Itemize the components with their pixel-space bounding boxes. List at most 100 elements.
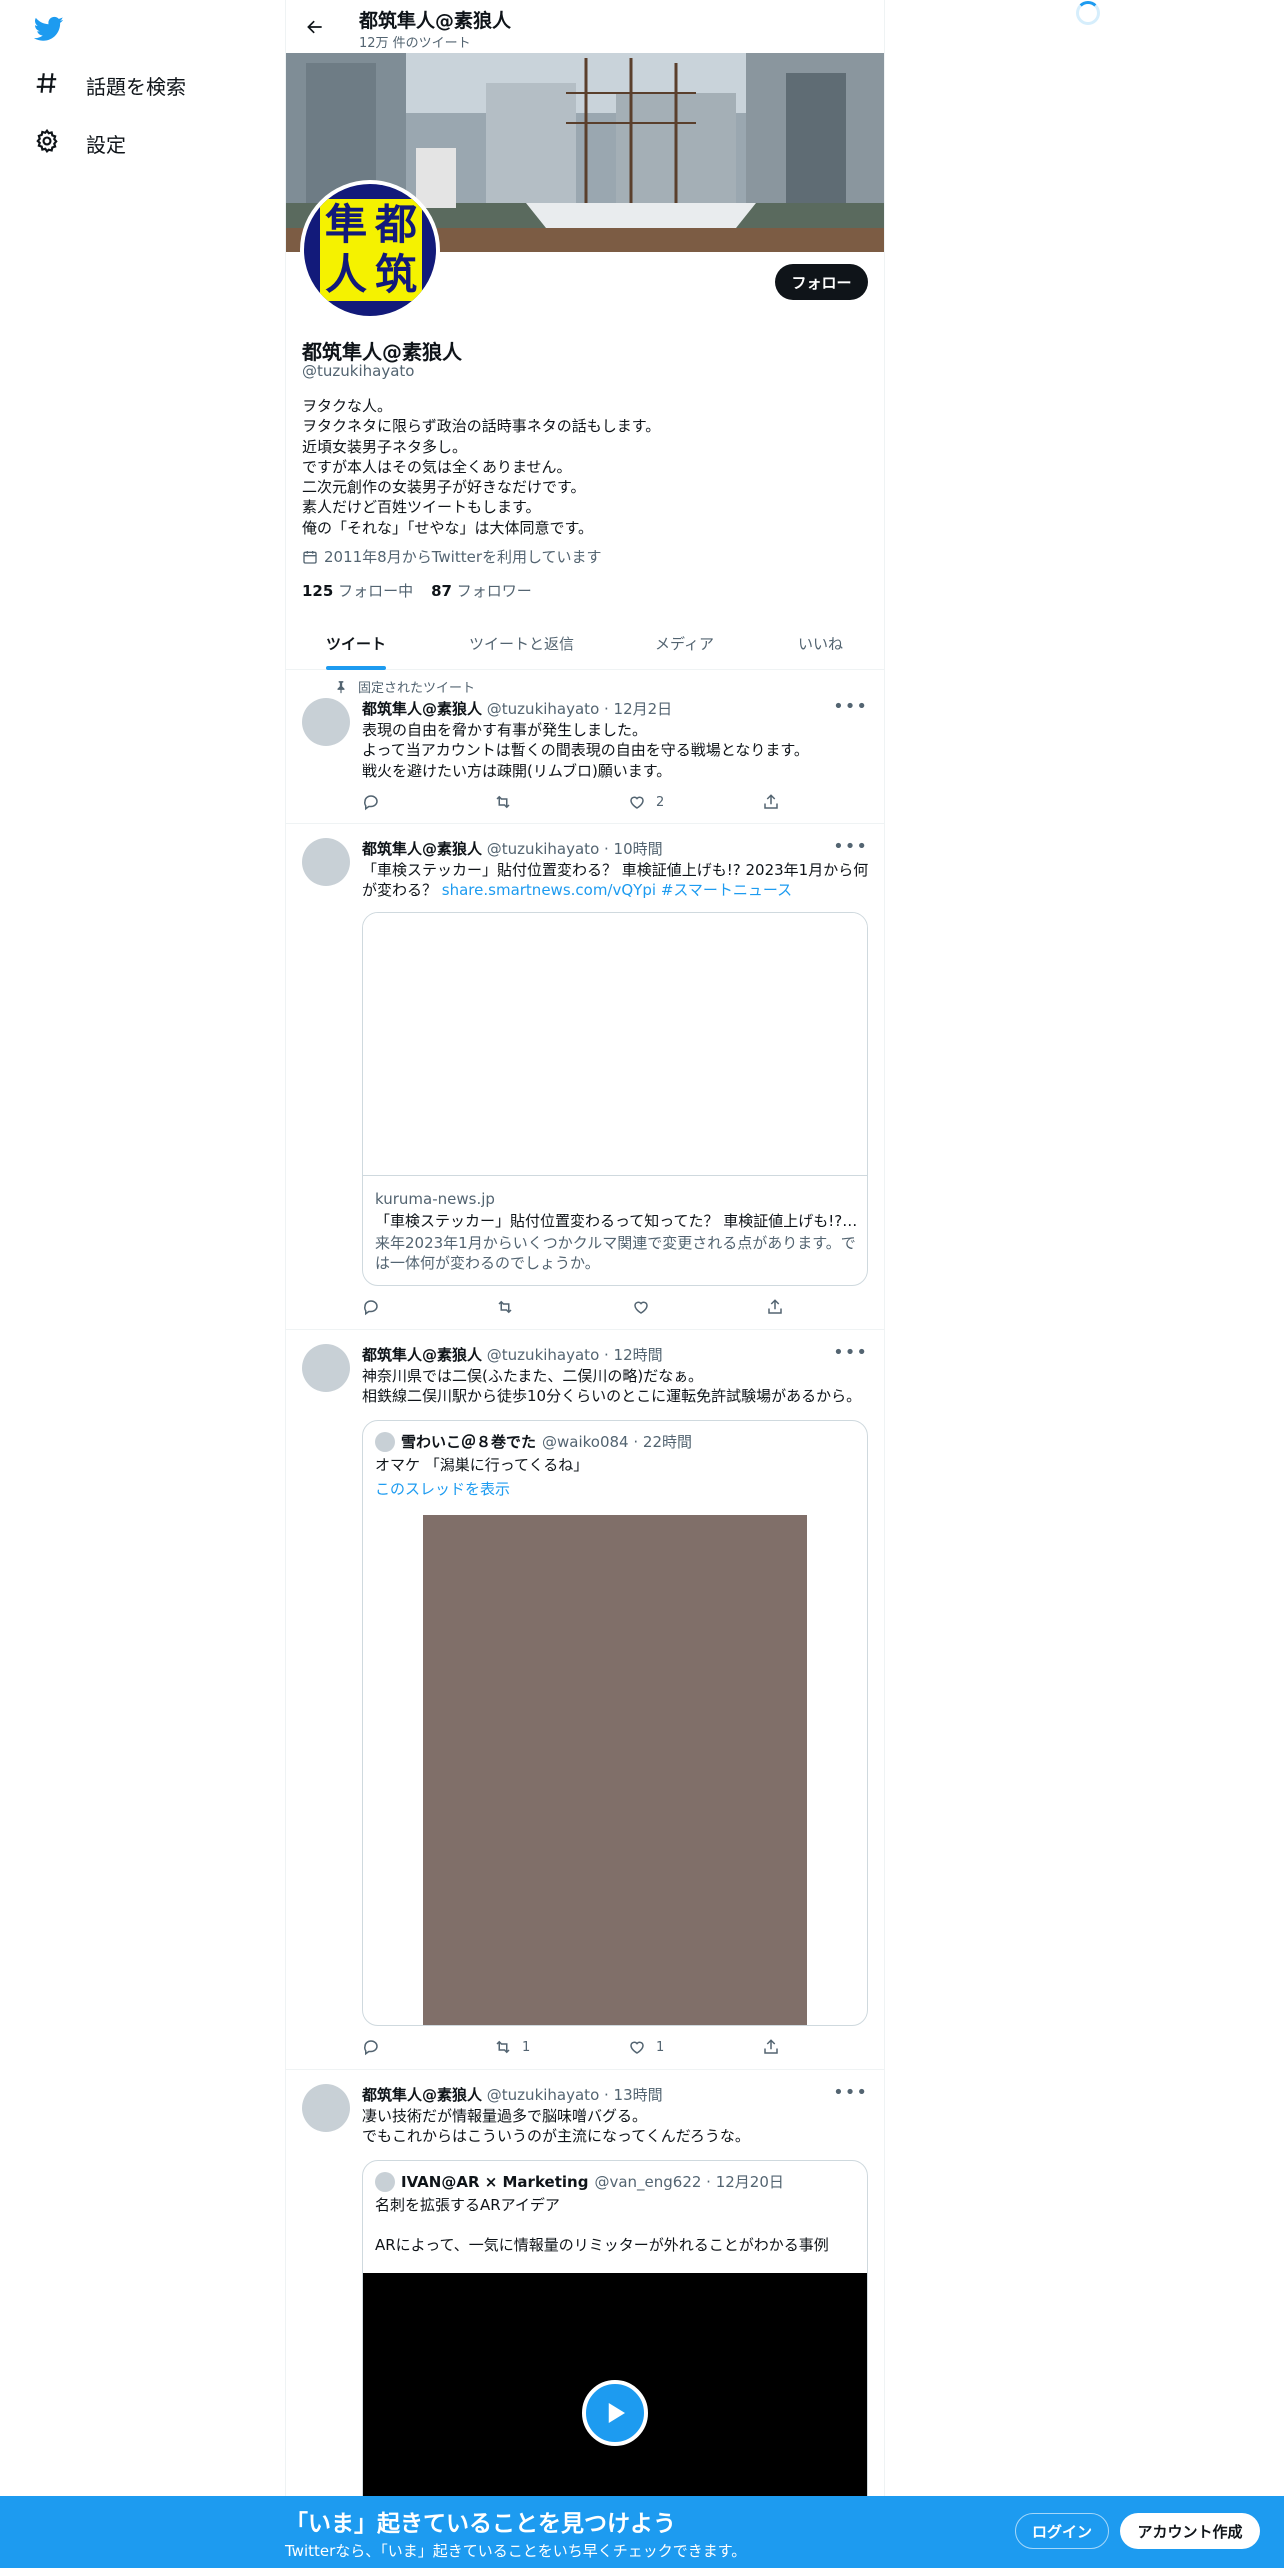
back-button[interactable] [300,12,330,42]
tab-media[interactable]: メディア [655,617,714,670]
tweet-count: 12万 件のツイート [359,36,471,51]
quoted-line: ARによって、一気に情報量のリミッターが外れることがわかる事例 [375,2236,829,2254]
tab-tweets[interactable]: ツイート [326,617,386,670]
tweet-author[interactable]: 都筑隼人@素狼人 [362,1346,482,1364]
card-image [363,913,867,1176]
tweet[interactable]: 固定されたツイート 都筑隼人@素狼人 @tuzukihayato · 12月2日… [286,670,884,824]
tab-tweets-replies-label: ツイートと返信 [469,635,575,653]
hashtag-icon [34,70,60,101]
signup-button[interactable]: アカウント作成 [1120,2513,1260,2549]
tweet-line: よって当アカウントは暫くの間表現の自由を守る戦場となります。 [362,741,809,760]
like-button[interactable]: 2 [628,793,664,811]
tweet[interactable]: 都筑隼人@素狼人 @tuzukihayato · 12時間 ••• 神奈川県では… [286,1330,884,2070]
twitter-bird-icon[interactable] [33,14,64,44]
retweet-count: 1 [522,2039,531,2055]
nav-settings[interactable]: 設定 [34,128,126,159]
retweet-icon [496,2040,510,2054]
retweet-button[interactable] [496,1298,524,1316]
share-button[interactable] [762,2038,780,2056]
like-button[interactable] [632,1298,660,1316]
avatar[interactable] [302,698,350,746]
avatar-char: 筑 [370,249,422,301]
nav-settings-label: 設定 [86,133,126,157]
tweet[interactable]: 都筑隼人@素狼人 @tuzukihayato · 13時間 ••• 凄い技術だが… [286,2070,884,2520]
bio-line: 二次元創作の女装男子が好きなだけです。 [302,478,586,497]
tab-likes[interactable]: いいね [798,617,843,670]
tweet[interactable]: 都筑隼人@素狼人 @tuzukihayato · 10時間 ••• 「車検ステッ… [286,824,884,1330]
share-button[interactable] [766,1298,784,1316]
tweet-text: 神奈川県では二俣(ふたまた、二俣川の略)だなぁ。 相鉄線二俣川駅から徒歩10分く… [362,1366,861,1407]
more-icon[interactable]: ••• [833,2082,868,2103]
more-icon[interactable]: ••• [833,696,868,717]
share-icon [764,2039,778,2054]
play-button[interactable] [582,2380,648,2446]
bio-line: 素人だけど百姓ツイートもします。 [302,498,541,517]
gear-icon [34,128,60,159]
login-button[interactable]: ログイン [1015,2513,1109,2549]
banner-title: 「いま」起きていることを見つけよう [285,2511,676,2537]
nav-explore[interactable]: 話題を検索 [34,70,186,101]
arrow-left-icon [307,20,322,34]
following-count: 125 [302,582,334,600]
card-desc-line: は一体何が変わるのでしょうか。 [375,1254,600,1272]
profile-tabs: ツイート ツイートと返信 メディア いいね [286,617,884,670]
tab-tweets-replies[interactable]: ツイートと返信 [469,617,574,670]
avatar[interactable] [302,838,350,886]
heart-icon [630,796,644,809]
more-icon[interactable]: ••• [833,836,868,857]
tweet-actions [362,1298,782,1318]
avatar[interactable] [302,2084,350,2132]
bio-line: 近頃女装男子ネタ多し。 [302,437,468,456]
more-icon[interactable]: ••• [833,1342,868,1363]
retweet-button[interactable]: 1 [494,2038,530,2056]
tweet-line: 「車検ステッカー」貼付位置変わる？ 車検証値上げも!? 2023年1月から何 [362,861,869,879]
reply-button[interactable] [362,1298,380,1316]
main-column: 都筑隼人@素狼人 12万 件のツイート 隼 都 人 筑 フォロー 都筑隼人@素狼… [285,0,885,2568]
reply-button[interactable] [362,793,380,811]
following-link[interactable]: 125 フォロー中 [302,580,413,601]
bio-line: ヲタクネタに限らず政治の話時事ネタの話もします。 [302,417,661,436]
tweet-link[interactable]: share.smartnews.com/vQYpi [442,881,656,899]
tweet-text: 「車検ステッカー」貼付位置変わる？ 車検証値上げも!? 2023年1月から何 が… [362,860,868,901]
share-button[interactable] [762,793,780,811]
tweet-meta: @tuzukihayato · 12時間 [486,1346,663,1364]
profile-handle: @tuzukihayato [302,362,415,380]
tweet-author[interactable]: 都筑隼人@素狼人 [362,840,482,858]
retweet-icon [496,795,510,809]
avatar[interactable] [302,1344,350,1392]
like-button[interactable]: 1 [628,2038,664,2056]
show-thread-link[interactable]: このスレッドを表示 [375,1479,510,1499]
tweet-meta: @tuzukihayato · 13時間 [486,2086,663,2104]
calendar-icon [303,550,317,564]
follow-button[interactable]: フォロー [775,264,868,300]
quoted-header: IVAN@AR × Marketing @van_eng622 · 12月20日 [375,2171,784,2192]
link-card[interactable]: kuruma-news.jp 「車検ステッカー」貼付位置変わるって知ってた？ 車… [362,912,868,1286]
retweet-button[interactable] [494,793,522,811]
quoted-meta: @van_eng622 · 12月20日 [594,2173,784,2191]
tweet-line: でもこれからはこういうのが主流になってくんだろうな。 [362,2127,750,2146]
quoted-tweet[interactable]: IVAN@AR × Marketing @van_eng622 · 12月20日… [362,2160,868,2520]
quoted-video[interactable] [363,2273,867,2519]
tweet-line: 相鉄線二俣川駅から徒歩10分くらいのとこに運転免許試験場があるから。 [362,1387,862,1406]
reply-button[interactable] [362,2038,380,2056]
tweet-header: 都筑隼人@素狼人 @tuzukihayato · 12時間 [362,1344,663,1365]
tweet-meta: @tuzukihayato · 10時間 [486,840,663,858]
card-description: 来年2023年1月からいくつかクルマ関連で変更される点があります。で は一体何が… [375,1233,856,1273]
like-count: 2 [656,794,665,810]
avatar: 隼 都 人 筑 [304,184,436,316]
followers-link[interactable]: 87 フォロワー [431,580,532,601]
quoted-image[interactable] [423,1515,807,2025]
avatar-char: 人 [320,249,372,301]
page-title: 都筑隼人@素狼人 [359,10,512,32]
tweet-author[interactable]: 都筑隼人@素狼人 [362,2086,482,2104]
quoted-tweet[interactable]: 雪わいこ＠８巻でた @waiko084 · 22時間 オマケ 「潟巣に行ってくる… [362,1420,868,2026]
tweet-line: 戦火を避けたい方は疎開(リムブロ)願います。 [362,761,672,780]
tweet-header: 都筑隼人@素狼人 @tuzukihayato · 13時間 [362,2084,663,2105]
tweet-line: 神奈川県では二俣(ふたまた、二俣川の略)だなぁ。 [362,1367,703,1385]
heart-icon [630,2041,644,2054]
tweet-author[interactable]: 都筑隼人@素狼人 [362,700,482,718]
quoted-header: 雪わいこ＠８巻でた @waiko084 · 22時間 [375,1431,692,1452]
profile-avatar[interactable]: 隼 都 人 筑 [300,180,440,320]
tweet-hashtag[interactable]: #スマートニュース [661,881,792,899]
joined-date: 2011年8月からTwitterを利用しています [302,546,602,567]
